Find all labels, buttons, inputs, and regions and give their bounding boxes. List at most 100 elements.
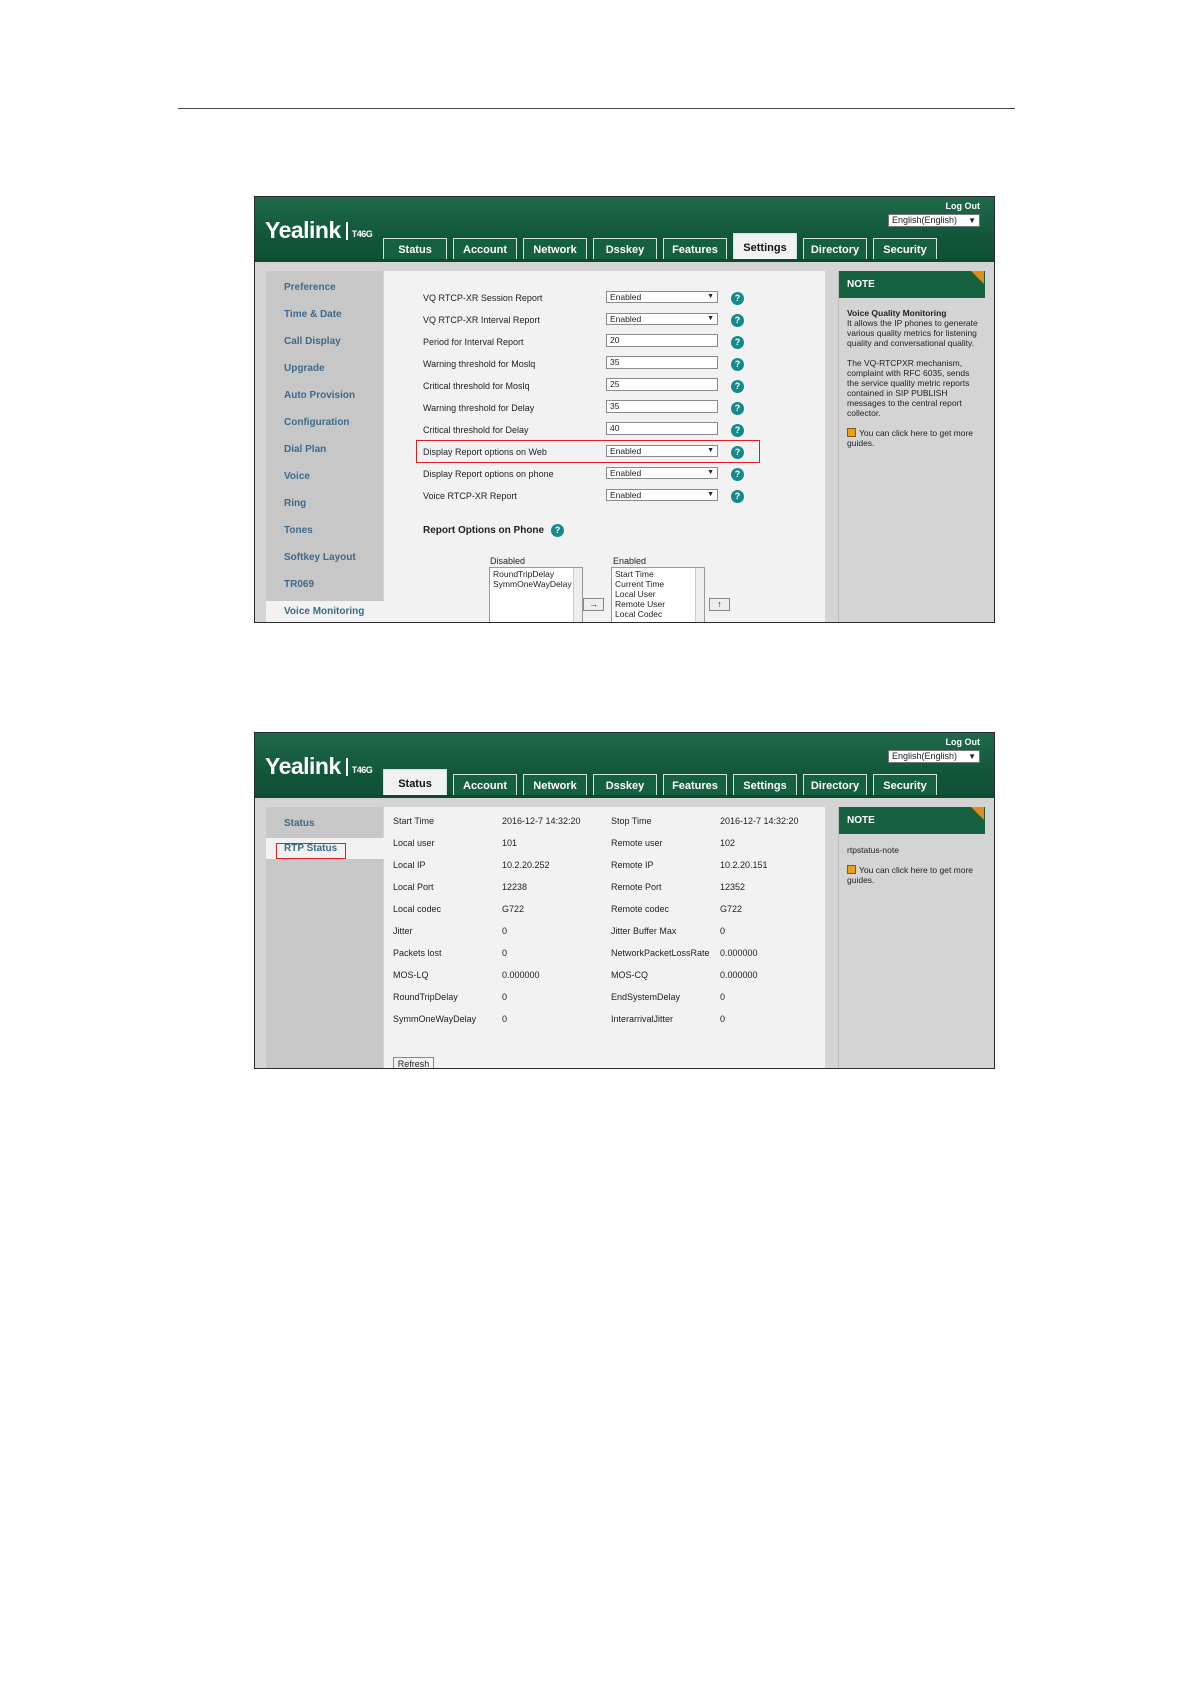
critical-delay-input[interactable]: 40 bbox=[606, 422, 718, 435]
sidebar-item-tones[interactable]: Tones bbox=[284, 525, 313, 536]
field-value: 12352 bbox=[720, 882, 746, 892]
list-item[interactable]: RoundTripDelay bbox=[493, 569, 579, 579]
note-panel: NOTE rtpstatus-note You can click here t… bbox=[838, 807, 985, 1068]
rtp-status-screenshot: Yealink T46G Log Out English(English) ▼ St… bbox=[254, 732, 995, 1069]
sidebar-item-call-display[interactable]: Call Display bbox=[284, 336, 341, 347]
list-item[interactable]: Local User bbox=[615, 589, 701, 599]
help-icon[interactable]: ? bbox=[731, 380, 744, 393]
help-icon[interactable]: ? bbox=[731, 490, 744, 503]
logout-link[interactable]: Log Out bbox=[946, 201, 981, 211]
rtp-status-panel bbox=[384, 807, 825, 1068]
sidebar-item-ring[interactable]: Ring bbox=[284, 498, 306, 509]
scrollbar[interactable] bbox=[573, 568, 582, 622]
field-label: Jitter bbox=[393, 926, 413, 936]
help-icon[interactable]: ? bbox=[731, 424, 744, 437]
field-value: 12238 bbox=[502, 882, 528, 892]
refresh-button[interactable]: Refresh bbox=[393, 1057, 434, 1068]
sidebar-item-status[interactable]: Status bbox=[284, 818, 315, 829]
note-corner bbox=[971, 271, 984, 284]
field-value: 2016-12-7 14:32:20 bbox=[720, 816, 799, 826]
sidebar-item-voice[interactable]: Voice bbox=[284, 471, 310, 482]
disabled-options-list[interactable]: RoundTripDelay SymmOneWayDelay bbox=[489, 567, 583, 622]
list-item[interactable]: Current Time bbox=[615, 579, 701, 589]
page-header-rule bbox=[178, 108, 1015, 109]
session-report-select[interactable]: Enabled ▼ bbox=[606, 291, 718, 303]
sidebar-item-upgrade[interactable]: Upgrade bbox=[284, 363, 325, 374]
list-item[interactable]: Local Codec bbox=[615, 609, 701, 619]
field-label: InterarrivalJitter bbox=[611, 1014, 674, 1024]
report-on-phone-select[interactable]: Enabled ▼ bbox=[606, 467, 718, 479]
chevron-down-icon: ▼ bbox=[707, 491, 714, 498]
field-value: 2016-12-7 14:32:20 bbox=[502, 816, 581, 826]
row-label: Critical threshold for Moslq bbox=[423, 381, 530, 391]
warning-delay-input[interactable]: 35 bbox=[606, 400, 718, 413]
list-item[interactable]: Start Time bbox=[615, 569, 701, 579]
scrollbar[interactable] bbox=[695, 568, 704, 622]
enabled-list-label: Enabled bbox=[613, 556, 647, 566]
field-value: 0 bbox=[720, 1014, 726, 1024]
field-value: 0.000000 bbox=[502, 970, 540, 980]
report-on-web-select[interactable]: Enabled ▼ bbox=[606, 445, 718, 457]
book-icon bbox=[847, 428, 856, 437]
help-icon[interactable]: ? bbox=[731, 446, 744, 459]
help-icon[interactable]: ? bbox=[731, 468, 744, 481]
row-label: Period for Interval Report bbox=[423, 337, 524, 347]
note-title: NOTE bbox=[839, 807, 985, 834]
row-label: Warning threshold for Delay bbox=[423, 403, 535, 413]
sidebar-item-preference[interactable]: Preference bbox=[284, 282, 336, 293]
book-icon bbox=[847, 865, 856, 874]
report-options-title: Report Options on Phone bbox=[423, 525, 545, 536]
list-item[interactable]: SymmOneWayDelay bbox=[493, 579, 579, 589]
chevron-down-icon: ▼ bbox=[707, 447, 714, 454]
field-label: Local user bbox=[393, 838, 435, 848]
voice-rtcp-xr-select[interactable]: Enabled ▼ bbox=[606, 489, 718, 501]
field-label: Remote IP bbox=[611, 860, 654, 870]
tab-status[interactable]: Status bbox=[383, 769, 447, 798]
field-value: 0 bbox=[720, 926, 726, 936]
help-icon[interactable]: ? bbox=[731, 402, 744, 415]
sidebar-item-auto-provision[interactable]: Auto Provision bbox=[284, 390, 355, 401]
field-value: 0 bbox=[720, 992, 726, 1002]
row-label: Critical threshold for Delay bbox=[423, 425, 529, 435]
field-value: 10.2.20.252 bbox=[502, 860, 550, 870]
field-value: 0.000000 bbox=[720, 948, 758, 958]
help-icon[interactable]: ? bbox=[731, 336, 744, 349]
guide-link[interactable]: You can click here to get more guides. bbox=[847, 865, 973, 885]
move-up-button[interactable]: ↑ bbox=[709, 598, 730, 611]
tab-settings[interactable]: Settings bbox=[733, 233, 797, 262]
field-value: 10.2.20.151 bbox=[720, 860, 768, 870]
interval-report-select[interactable]: Enabled ▼ bbox=[606, 313, 718, 325]
language-select[interactable]: English(English) ▼ bbox=[888, 750, 980, 763]
sidebar-item-dial-plan[interactable]: Dial Plan bbox=[284, 444, 326, 455]
guide-link[interactable]: You can click here to get more guides. bbox=[847, 428, 973, 448]
settings-screenshot: Yealink T46G Log Out English(English) ▼ St… bbox=[254, 196, 995, 623]
sidebar-item-softkey-layout[interactable]: Softkey Layout bbox=[284, 552, 356, 563]
help-icon[interactable]: ? bbox=[551, 524, 564, 537]
warning-moslq-input[interactable]: 35 bbox=[606, 356, 718, 369]
language-select[interactable]: English(English) ▼ bbox=[888, 214, 980, 227]
help-icon[interactable]: ? bbox=[731, 314, 744, 327]
field-label: Start Time bbox=[393, 816, 435, 826]
help-icon[interactable]: ? bbox=[731, 358, 744, 371]
sidebar-item-voice-monitoring[interactable]: Voice Monitoring bbox=[266, 601, 384, 622]
row-label: Display Report options on Web bbox=[423, 447, 547, 457]
chevron-down-icon: ▼ bbox=[968, 752, 976, 761]
sidebar-item-time-date[interactable]: Time & Date bbox=[284, 309, 342, 320]
field-value: 0 bbox=[502, 948, 508, 958]
field-value: 0 bbox=[502, 1014, 508, 1024]
move-right-button[interactable]: → bbox=[583, 598, 604, 611]
critical-moslq-input[interactable]: 25 bbox=[606, 378, 718, 391]
row-label: Display Report options on phone bbox=[423, 469, 554, 479]
field-label: Local Port bbox=[393, 882, 434, 892]
interval-period-input[interactable]: 20 bbox=[606, 334, 718, 347]
field-label: Remote user bbox=[611, 838, 663, 848]
row-label: VQ RTCP-XR Session Report bbox=[423, 293, 543, 303]
logout-link[interactable]: Log Out bbox=[946, 737, 981, 747]
list-item[interactable]: Remote User bbox=[615, 599, 701, 609]
sidebar-item-tr069[interactable]: TR069 bbox=[284, 579, 314, 590]
sidebar-item-configuration[interactable]: Configuration bbox=[284, 417, 350, 428]
help-icon[interactable]: ? bbox=[731, 292, 744, 305]
enabled-options-list[interactable]: Start Time Current Time Local User Remot… bbox=[611, 567, 705, 622]
field-value: 101 bbox=[502, 838, 518, 848]
note-title: NOTE bbox=[839, 271, 985, 298]
